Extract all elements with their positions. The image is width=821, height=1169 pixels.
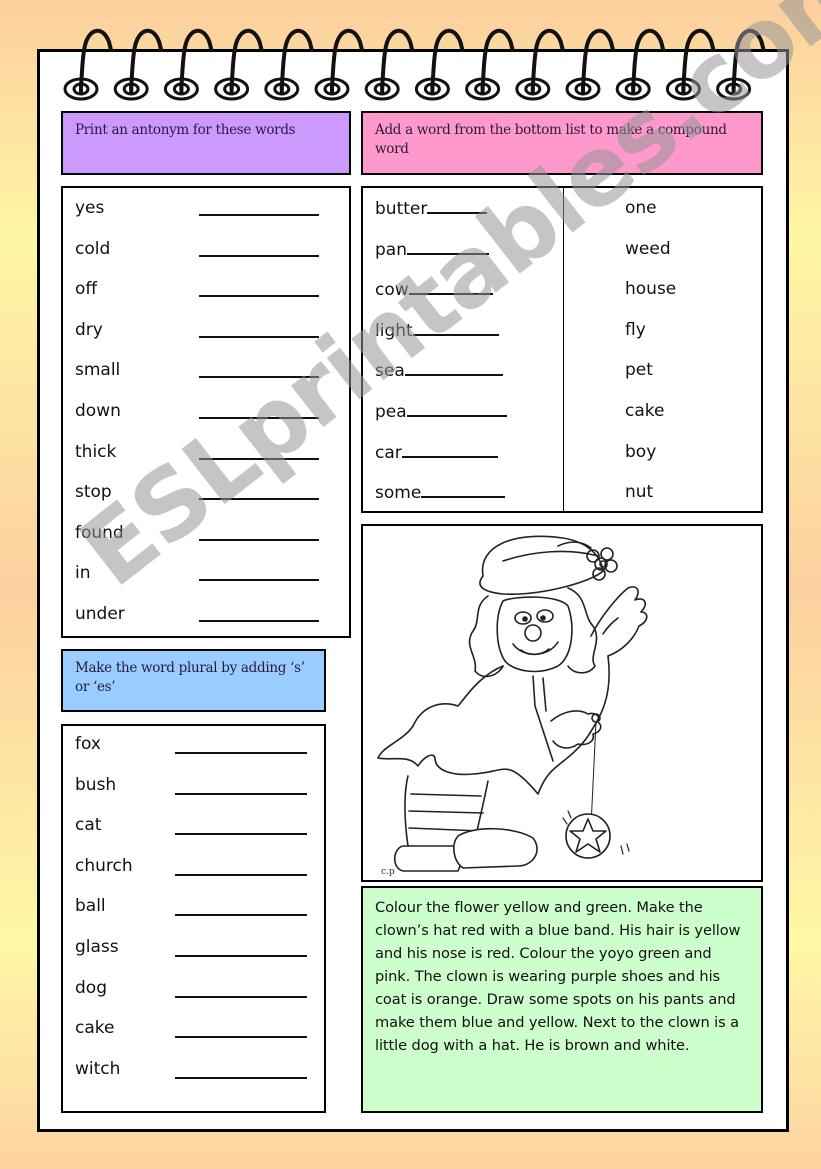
- compound-stem-word: some: [375, 483, 422, 504]
- compound-instruction-box: Add a word from the bottom list to make …: [361, 111, 763, 175]
- plural-answer-blank[interactable]: [175, 995, 307, 998]
- compound-stem-word: sea: [375, 361, 405, 382]
- plural-instruction-box: Make the word plural by adding ‘s’ or ‘e…: [61, 649, 326, 712]
- plural-word: ball: [75, 896, 106, 917]
- plural-answer-blank[interactable]: [175, 955, 307, 957]
- antonym-answer-blank[interactable]: [199, 376, 319, 379]
- artist-signature: c.p: [381, 867, 395, 877]
- compound-stem: pan: [375, 239, 489, 260]
- compound-stem: cow: [375, 279, 493, 300]
- plural-word: cake: [75, 1018, 115, 1039]
- plural-instruction: Make the word plural by adding ‘s’ or ‘e…: [75, 660, 305, 695]
- clown-waving-hand: [590, 586, 648, 657]
- plural-answer-blank[interactable]: [175, 752, 307, 754]
- coloring-instructions-box: Colour the flower yellow and green. Make…: [361, 886, 763, 1113]
- compound-divider: [563, 188, 564, 511]
- compound-answer-blank[interactable]: [421, 482, 506, 499]
- clown-nose: [524, 624, 542, 642]
- compound-stem-word: cow: [375, 280, 409, 301]
- compound-stem-word: pea: [375, 402, 407, 422]
- compound-table: butter pan cow light sea pea car some one weed hou…: [361, 186, 763, 513]
- compound-option: nut: [625, 482, 654, 503]
- plural-word: glass: [75, 937, 119, 957]
- plural-word: dog: [75, 977, 107, 998]
- antonym-word: small: [75, 360, 121, 381]
- compound-answer-blank[interactable]: [406, 239, 489, 255]
- compound-option: one: [625, 198, 657, 218]
- plural-word: bush: [75, 774, 117, 795]
- antonym-word: yes: [75, 198, 105, 218]
- compound-option: boy: [625, 441, 657, 462]
- compound-stem: sea: [375, 360, 503, 381]
- compound-stem-word: car: [375, 442, 402, 463]
- antonym-word: down: [75, 401, 121, 421]
- compound-stem-word: butter: [375, 199, 428, 219]
- antonym-answer-blank[interactable]: [199, 254, 319, 257]
- compound-stem-word: pan: [375, 239, 407, 260]
- plural-list: fox bush cat church ball glass dog cake witch: [61, 724, 326, 1113]
- clown-picture-frame: c.p: [361, 524, 763, 882]
- plural-answer-blank[interactable]: [175, 792, 307, 795]
- compound-answer-blank[interactable]: [406, 401, 507, 417]
- antonym-answer-blank[interactable]: [199, 579, 319, 582]
- compound-stem-word: light: [375, 320, 413, 341]
- antonym-word: cold: [75, 238, 111, 259]
- compound-stem: car: [375, 442, 498, 463]
- plural-answer-blank[interactable]: [175, 1036, 307, 1039]
- antonym-answer-blank[interactable]: [199, 457, 319, 460]
- clown-shoe-right: [453, 827, 538, 869]
- antonym-answer-blank[interactable]: [199, 538, 319, 541]
- compound-option: pet: [625, 360, 653, 381]
- antonym-answer-blank[interactable]: [199, 417, 319, 419]
- antonym-answer-blank[interactable]: [199, 214, 319, 216]
- clown-illustration: c.p: [377, 535, 648, 877]
- antonym-answer-blank[interactable]: [199, 498, 319, 501]
- coloring-instructions: Colour the flower yellow and green. Make…: [375, 899, 741, 1054]
- antonym-instruction-box: Print an antonym for these words: [61, 111, 351, 175]
- compound-answer-blank[interactable]: [412, 320, 499, 336]
- compound-option: house: [625, 279, 677, 300]
- compound-stem: some: [375, 482, 506, 504]
- compound-answer-blank[interactable]: [404, 360, 503, 377]
- antonym-word: found: [75, 522, 124, 543]
- antonym-word: thick: [75, 441, 117, 462]
- yoyo-icon: [562, 810, 630, 859]
- compound-answer-blank[interactable]: [401, 442, 498, 458]
- plural-word: fox: [75, 734, 101, 754]
- plural-word: witch: [75, 1058, 121, 1079]
- plural-answer-blank[interactable]: [175, 833, 307, 836]
- plural-answer-blank[interactable]: [175, 1076, 307, 1079]
- antonym-list: yes cold off dry small down thick stop found in un…: [61, 186, 351, 638]
- antonym-word: off: [75, 279, 98, 300]
- compound-stem: pea: [375, 401, 507, 422]
- antonym-word: under: [75, 604, 125, 624]
- antonym-instruction: Print an antonym for these words: [75, 122, 296, 138]
- antonym-word: in: [75, 563, 91, 584]
- compound-option: fly: [625, 319, 646, 340]
- compound-option: cake: [625, 401, 665, 421]
- clown-shoe-left: [393, 845, 463, 872]
- compound-instruction: Add a word from the bottom list to make …: [375, 122, 727, 157]
- antonym-word: dry: [75, 319, 103, 340]
- plural-word: cat: [75, 815, 102, 836]
- clown-coat: [377, 655, 610, 795]
- compound-answer-blank[interactable]: [427, 198, 488, 214]
- antonym-answer-blank[interactable]: [199, 335, 319, 338]
- compound-answer-blank[interactable]: [408, 279, 493, 296]
- clown-yoyo-hand: [550, 710, 602, 749]
- plural-answer-blank[interactable]: [175, 914, 307, 917]
- plural-word: church: [75, 855, 133, 876]
- compound-stem: light: [375, 320, 499, 341]
- antonym-answer-blank[interactable]: [199, 295, 319, 298]
- plural-answer-blank[interactable]: [175, 873, 307, 876]
- compound-option: weed: [625, 238, 671, 259]
- antonym-word: stop: [75, 482, 112, 503]
- antonym-answer-blank[interactable]: [199, 620, 319, 622]
- compound-stem: butter: [375, 198, 488, 219]
